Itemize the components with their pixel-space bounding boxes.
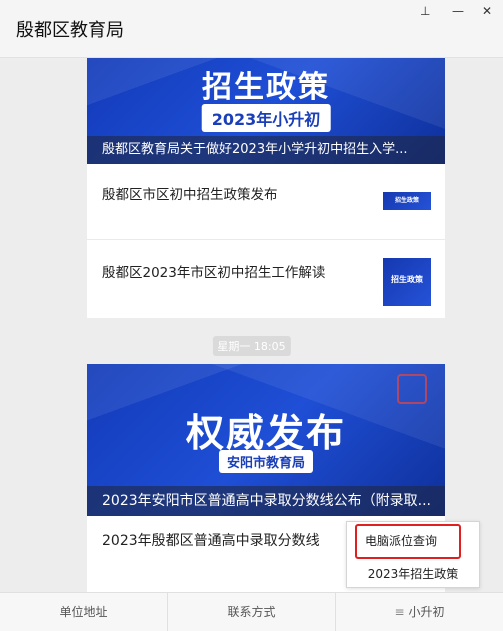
banner-pill: 2023年小升初 [201, 104, 331, 132]
article-thumbnail: 招生政策 [383, 180, 431, 228]
banner-caption[interactable]: 2023年安阳市区普通高中录取分数线公布（附录取... [87, 486, 445, 516]
tab-contact[interactable]: 联系方式 [167, 593, 335, 631]
banner-caption[interactable]: 殷都区教育局关于做好2023年小学升初中招生入学... [87, 136, 445, 164]
title-bar: 殷都区教育局 ⊥ — ✕ [0, 0, 503, 58]
submenu-popup: 电脑派位查询 2023年招生政策 [346, 521, 480, 588]
pin-icon[interactable]: ⊥ [420, 4, 430, 18]
tab-label: 小升初 [408, 605, 445, 619]
banner-title: 招生政策 [202, 70, 330, 105]
article-banner[interactable]: 权威发布 安阳市教育局 2023年安阳市区普通高中录取分数线公布（附录取... [87, 364, 445, 516]
thumbnail-label: 招生政策 [391, 275, 423, 284]
banner-title: 权威发布 [185, 411, 346, 455]
tab-primary-to-middle[interactable]: ≡ 小升初 [335, 593, 503, 631]
menu-icon: ≡ [394, 605, 405, 619]
article-title: 2023年殷都区普通高中录取分数线 [102, 533, 320, 549]
article-title: 殷都区2023年市区初中招生工作解读 [102, 265, 326, 281]
message-timestamp: 星期一 18:05 [212, 336, 291, 356]
article-banner[interactable]: 招生政策 2023年小升初 殷都区教育局关于做好2023年小学升初中招生入学..… [87, 58, 445, 164]
seal-stamp [397, 374, 427, 404]
article-title: 殷都区市区初中招生政策发布 [102, 187, 278, 203]
chat-title: 殷都区教育局 [16, 20, 124, 41]
menu-item-2023-enrollment-policy[interactable]: 2023年招生政策 [347, 565, 479, 582]
tab-unit-address[interactable]: 单位地址 [0, 593, 167, 631]
article-list-item[interactable]: 殷都区市区初中招生政策发布 招生政策 [87, 180, 445, 240]
banner-pill: 安阳市教育局 [218, 450, 314, 473]
menu-item-computer-allocation-query[interactable]: 电脑派位查询 [355, 524, 461, 559]
tab-label: 联系方式 [227, 605, 276, 619]
tab-label: 单位地址 [59, 605, 108, 619]
article-list-item[interactable]: 殷都区2023年市区初中招生工作解读 招生政策 [87, 258, 445, 318]
minimize-icon[interactable]: — [452, 4, 464, 18]
article-thumbnail: 招生政策 [383, 258, 431, 306]
close-icon[interactable]: ✕ [482, 4, 492, 18]
thumbnail-label: 招生政策 [394, 197, 419, 204]
bottom-menu: 单位地址 联系方式 ≡ 小升初 [0, 592, 503, 631]
article-card-1[interactable]: 招生政策 2023年小升初 殷都区教育局关于做好2023年小学升初中招生入学..… [87, 58, 445, 318]
